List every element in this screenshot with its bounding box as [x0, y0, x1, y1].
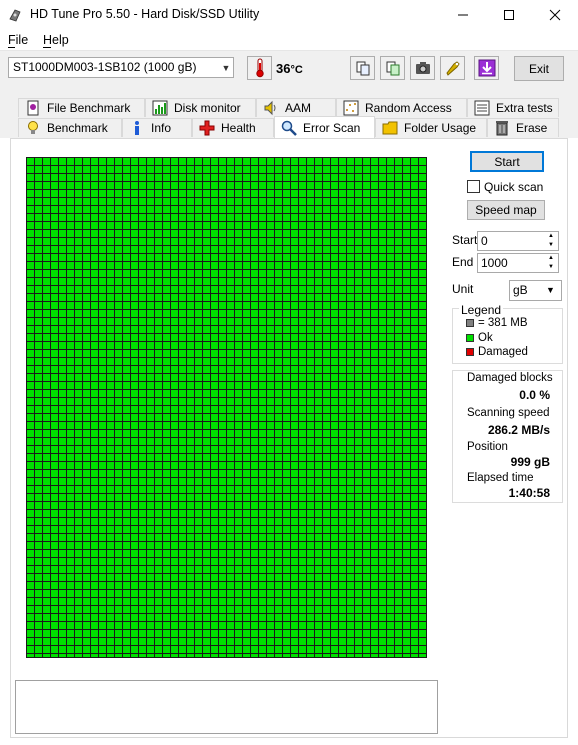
disk-monitor-icon — [152, 100, 168, 116]
chevron-down-icon[interactable]: ▼ — [546, 285, 555, 295]
damaged-unit: % — [539, 388, 550, 402]
spin-down-icon[interactable]: ▼ — [548, 263, 554, 272]
scan-log-box[interactable] — [15, 680, 438, 734]
app-disk-icon — [9, 9, 21, 22]
drive-select[interactable]: ST1000DM003-1SB102 (1000 gB) — [8, 57, 234, 78]
minimize-icon — [458, 14, 468, 16]
tab-file-benchmark[interactable]: File Benchmark — [18, 98, 145, 117]
tab-label: Folder Usage — [404, 121, 477, 135]
elapsed-time-value: 1:40:58 — [508, 486, 550, 500]
legend-swatch-damaged — [466, 348, 474, 356]
copy-text-button[interactable] — [350, 56, 375, 80]
scan-block-map — [26, 157, 427, 658]
window-title: HD Tune Pro 5.50 - Hard Disk/SSD Utility — [30, 7, 260, 21]
screenshot-button[interactable] — [410, 56, 435, 80]
position-value: 999 gB — [510, 455, 550, 469]
tab-label: Disk monitor — [174, 101, 241, 115]
tab-erase[interactable]: Erase — [487, 118, 559, 137]
options-button[interactable] — [440, 56, 465, 80]
magnifier-icon — [281, 120, 297, 136]
random-access-icon — [343, 100, 359, 116]
copy-all-button[interactable] — [380, 56, 405, 80]
tab-label: Extra tests — [496, 101, 553, 115]
menu-bar — [0, 30, 578, 50]
download-arrow-icon — [478, 59, 495, 77]
spin-up-icon[interactable]: ▲ — [548, 232, 554, 241]
tab-aam[interactable]: AAM — [256, 98, 336, 117]
copy-icon — [356, 61, 369, 76]
legend-swatch-block-size — [466, 319, 474, 327]
tab-label: Info — [151, 121, 172, 135]
damaged-blocks-label: Damaged blocks — [467, 372, 553, 384]
legend-damaged: Damaged — [478, 346, 528, 358]
tab-benchmark[interactable]: Benchmark — [18, 118, 122, 137]
chevron-down-icon[interactable]: ▼ — [218, 57, 234, 78]
scanning-speed-value: 286.2 MB/s — [487, 423, 550, 437]
scanning-speed-label: Scanning speed — [467, 407, 550, 419]
damaged-blocks-value: 0.0 % — [460, 388, 550, 402]
bulb-icon — [28, 121, 38, 134]
start-field-value: 0 — [481, 234, 488, 248]
legend-ok: Ok — [478, 332, 493, 344]
close-icon — [549, 9, 561, 21]
exit-button[interactable]: Exit — [514, 56, 564, 81]
tab-random-access[interactable]: Random Access — [336, 98, 467, 117]
start-scan-button[interactable]: Start — [470, 151, 544, 172]
tab-label: Benchmark — [47, 121, 108, 135]
legend-swatch-ok — [466, 334, 474, 342]
options-wrench-icon — [445, 61, 460, 76]
speed-map-button[interactable]: Speed map — [467, 200, 545, 220]
tab-extra-tests[interactable]: Extra tests — [467, 98, 559, 117]
position-label: Position — [467, 441, 508, 453]
tab-label: Error Scan — [303, 120, 361, 135]
menu-help[interactable]: Help — [43, 33, 69, 47]
elapsed-time-label: Elapsed time — [467, 472, 534, 484]
end-field-value: 1000 — [481, 256, 508, 270]
camera-icon — [415, 62, 430, 74]
maximize-button[interactable] — [486, 0, 532, 30]
end-spinner-arrows[interactable]: ▲ ▼ — [544, 254, 558, 272]
tab-health[interactable]: Health — [192, 118, 274, 137]
close-button[interactable] — [532, 0, 578, 30]
quick-scan-label[interactable]: Quick scan — [484, 180, 543, 194]
spin-down-icon[interactable]: ▼ — [548, 241, 554, 250]
folder-icon — [382, 121, 398, 135]
menu-file-accel — [8, 47, 15, 48]
health-cross-icon — [199, 120, 215, 136]
tab-disk-monitor[interactable]: Disk monitor — [145, 98, 256, 117]
tab-label: Health — [221, 121, 256, 135]
minimize-button[interactable] — [440, 0, 486, 30]
info-icon — [135, 121, 139, 135]
tab-label: Erase — [516, 121, 548, 135]
quick-scan-checkbox[interactable] — [467, 180, 480, 193]
extra-tests-icon — [474, 100, 490, 116]
start-field-label: Start — [452, 233, 478, 247]
start-spinner-arrows[interactable]: ▲ ▼ — [544, 232, 558, 250]
maximize-icon — [504, 10, 514, 20]
menu-help-accel — [43, 47, 51, 48]
temperature-readout: 36°C — [276, 61, 303, 76]
tab-error-scan[interactable]: Error Scan — [274, 116, 375, 138]
unit-label: Unit — [452, 282, 474, 296]
tab-label: AAM — [285, 101, 312, 115]
thermometer-icon — [255, 58, 264, 78]
tab-label: File Benchmark — [47, 101, 131, 115]
temperature-button[interactable] — [247, 56, 272, 80]
legend-title: Legend — [459, 303, 504, 317]
damaged-percent: 0.0 — [519, 388, 536, 402]
file-benchmark-icon — [27, 100, 39, 116]
tab-info[interactable]: Info — [122, 118, 192, 137]
end-field-label: End — [452, 255, 474, 269]
menu-file[interactable]: File — [8, 33, 28, 47]
tab-folder-usage[interactable]: Folder Usage — [375, 118, 487, 137]
tab-label: Random Access — [365, 101, 452, 115]
temperature-unit: °C — [290, 64, 303, 76]
speaker-icon — [264, 100, 276, 116]
copy-all-icon — [386, 61, 399, 76]
legend-block-size: = 381 MB — [478, 317, 528, 329]
save-button[interactable] — [474, 56, 499, 80]
temperature-value: 36 — [276, 61, 291, 76]
erase-icon — [496, 121, 508, 136]
spin-up-icon[interactable]: ▲ — [548, 254, 554, 263]
